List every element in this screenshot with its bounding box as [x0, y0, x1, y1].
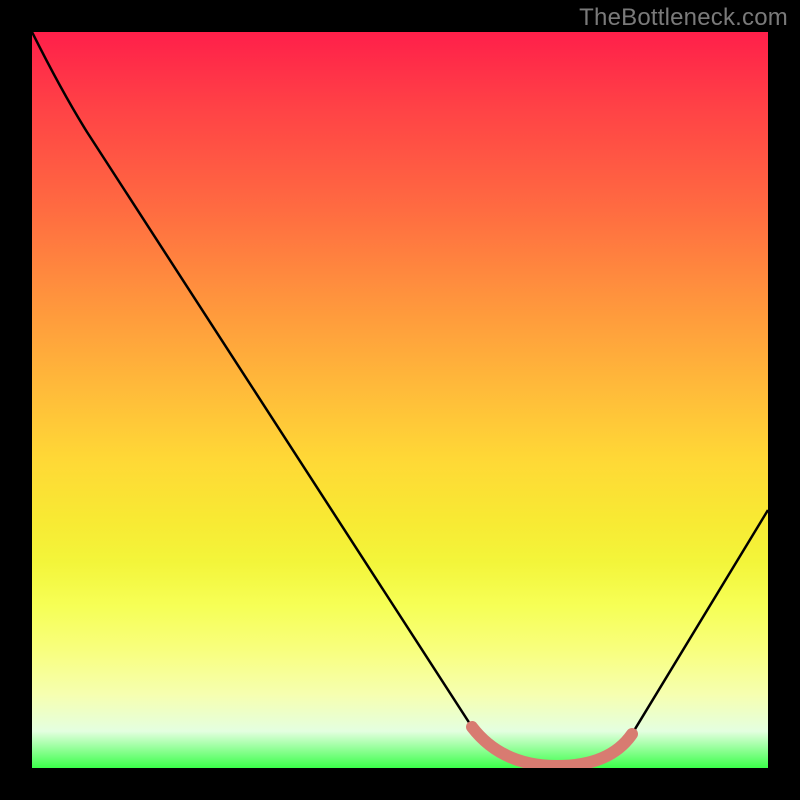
chart-curve — [32, 32, 768, 768]
curve-optimal-segment — [472, 727, 632, 766]
plot-area — [32, 32, 768, 768]
curve-main — [32, 32, 768, 767]
watermark-text: TheBottleneck.com — [579, 4, 788, 32]
figure-frame: TheBottleneck.com — [0, 0, 800, 800]
